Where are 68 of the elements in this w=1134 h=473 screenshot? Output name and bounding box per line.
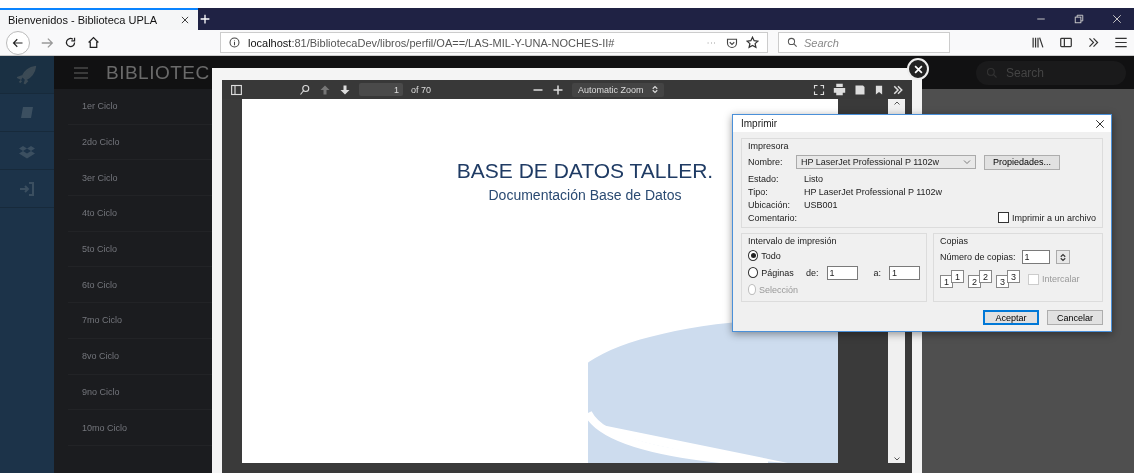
field-label: Número de copias:: [940, 252, 1016, 262]
field-label: Tipo:: [748, 186, 769, 197]
search-field[interactable]: Search: [778, 32, 950, 53]
info-icon: [229, 37, 240, 48]
document-title: BASE DE DATOS TALLER.: [456, 159, 714, 183]
star-icon[interactable]: [746, 36, 759, 49]
back-button[interactable]: [6, 30, 30, 55]
sidebar-icon[interactable]: [1059, 36, 1073, 49]
menu-icon[interactable]: [1114, 36, 1128, 49]
scroll-up-icon[interactable]: [892, 99, 901, 107]
dialog-button[interactable]: Aceptar: [983, 310, 1039, 325]
search-icon: [986, 66, 998, 79]
input-field[interactable]: 1: [826, 265, 858, 280]
pocket-icon[interactable]: [726, 36, 738, 49]
chevrons-right-icon[interactable]: [1087, 36, 1100, 49]
printer-select[interactable]: HP LaserJet Professional P 1102w: [796, 155, 976, 169]
left-arrow-icon[interactable]: [12, 36, 24, 49]
field-label: a:: [873, 267, 881, 278]
address-bar[interactable]: localhost:81/BibliotecaDev/libros/perfil/OA==/LAS-MIL-Y-UNA-NOCHES-II#: [220, 32, 768, 53]
document-subtitle: Documentación Base de Datos: [488, 187, 682, 203]
properties-button[interactable]: Propiedades...: [984, 154, 1061, 170]
input-field[interactable]: 1: [1021, 250, 1050, 264]
home-icon[interactable]: [87, 36, 100, 49]
field-label: Ubicación:: [748, 199, 792, 210]
sidebar-toggle-icon[interactable]: [230, 83, 243, 96]
field-label: Estado:: [748, 173, 780, 184]
plus-icon[interactable]: [552, 83, 565, 96]
spinner-button[interactable]: [1055, 250, 1070, 264]
reload-icon[interactable]: [64, 36, 77, 49]
search-icon[interactable]: [299, 83, 311, 96]
close-icon[interactable]: [1095, 118, 1105, 129]
field-label: de:: [806, 267, 819, 278]
field-value: Listo: [804, 173, 823, 184]
dialog-title: Imprimir: [741, 118, 778, 129]
fullscreen-icon[interactable]: [813, 83, 825, 96]
radio-button[interactable]: Páginas: [748, 267, 798, 278]
chevrons-right-icon[interactable]: [892, 83, 904, 96]
print-icon[interactable]: [833, 83, 846, 96]
updown-icon: [1059, 252, 1066, 262]
browser-tab[interactable]: Bienvenidos - Biblioteca UPLA: [0, 8, 198, 30]
up-arrow-icon[interactable]: [319, 83, 331, 96]
search-icon: [787, 37, 798, 48]
zoom-select[interactable]: Automatic Zoom: [572, 82, 664, 97]
url-text: localhost:81/BibliotecaDev/libros/perfil/OA==/LAS-MIL-Y-UNA-NOCHES-II#: [248, 36, 616, 49]
updown-icon: [651, 85, 658, 94]
restore-icon[interactable]: [1074, 14, 1084, 24]
field-value: USB001: [804, 199, 838, 210]
page-count: of 70: [411, 84, 432, 95]
bookmark-icon[interactable]: [874, 83, 884, 96]
field-label: Nombre:: [748, 157, 784, 167]
library-icon[interactable]: [1031, 36, 1045, 49]
close-icon[interactable]: [180, 15, 190, 25]
group-label: Impresora: [748, 141, 790, 151]
group-label: Copias: [940, 236, 969, 246]
field-value: HP LaserJet Professional P 1102w: [804, 186, 943, 197]
page-number-field[interactable]: 1: [359, 83, 403, 96]
collate-drawing: 1 1 2 2 3 3: [940, 270, 1024, 288]
close-icon: [913, 64, 923, 74]
input-field[interactable]: 1: [889, 265, 920, 280]
group-label: Intervalo de impresión: [748, 236, 838, 246]
dialog-button[interactable]: Cancelar: [1047, 310, 1103, 325]
field-label: Comentario:: [748, 212, 799, 223]
scroll-down-icon[interactable]: [892, 455, 901, 463]
chevron-down-icon: [963, 158, 971, 166]
checkbox[interactable]: Imprimir a un archivo: [997, 212, 1096, 223]
app-brand: BIBLIOTEC: [106, 61, 210, 84]
down-arrow-icon[interactable]: [339, 83, 351, 96]
radio-button[interactable]: Todo: [748, 250, 798, 261]
